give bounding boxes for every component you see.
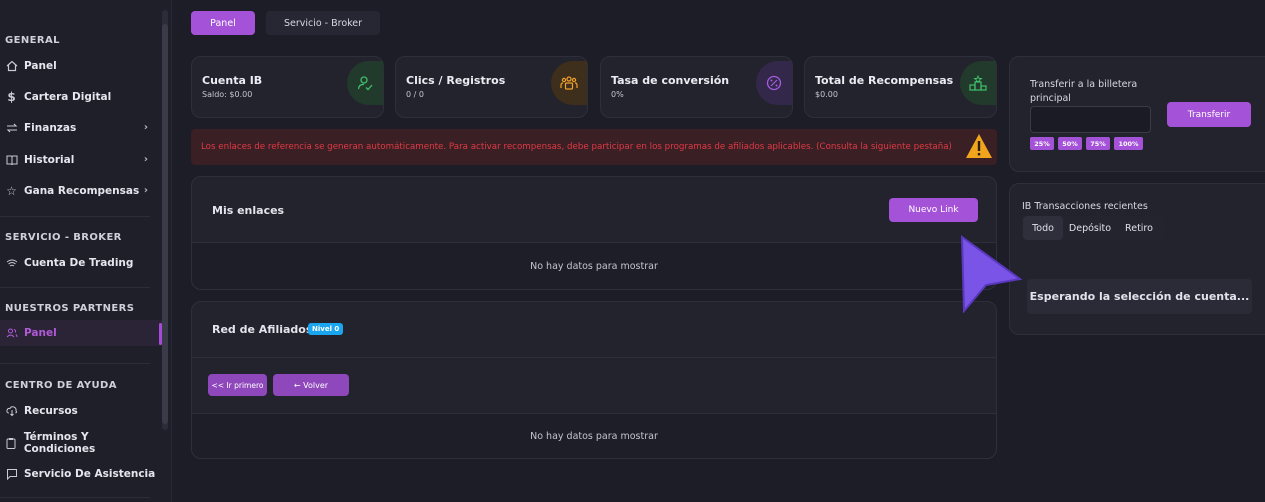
first-page-button[interactable]: << Ir primero [208,374,267,396]
sidebar-item-terminos[interactable]: Términos Y Condiciones [0,430,162,456]
affiliates-empty-state: No hay datos para mostrar [192,413,996,458]
sidebar-item-label: Gana Recompensas [24,185,140,197]
alert-text: Los enlaces de referencia se generan aut… [201,142,952,152]
partners-icon [5,327,18,340]
filter-deposito[interactable]: Depósito [1066,216,1114,240]
sidebar-item-panel[interactable]: Panel [0,53,162,79]
pct-25-button[interactable]: 25% [1030,137,1054,150]
sidebar-item-label: Finanzas [24,122,77,134]
sidebar-divider [0,363,150,364]
sidebar-scrollbar[interactable] [162,10,168,430]
stat-title: Cuenta IB [202,74,263,87]
tab-servicio-broker[interactable]: Servicio - Broker [266,11,380,35]
cursor-pointer-icon [958,235,1024,317]
transfer-label: Transferir a la billetera principal [1030,79,1138,104]
stat-title: Tasa de conversión [611,74,730,87]
exchange-icon [5,122,18,135]
chevron-right-icon: › [143,185,148,196]
links-empty-state: No hay datos para mostrar [192,242,996,289]
waiting-account-selection: Esperando la selección de cuenta... [1027,279,1252,314]
sidebar-item-historial[interactable]: Historial › [0,147,162,173]
stat-title: Total de Recompensas [815,74,954,87]
transfer-amount-input[interactable] [1030,106,1151,133]
stat-value: Saldo: $0.00 [202,90,253,99]
sidebar-item-label: Servicio De Asistencia [24,468,156,480]
affiliates-panel: Red de Afiliados Nivel 0 << Ir primero ←… [191,301,997,459]
users-icon [551,61,587,105]
sidebar-item-label: Cuenta De Trading [24,257,134,269]
stat-card-clics: Clics / Registros 0 / 0 [395,56,588,118]
chevron-right-icon: › [143,154,148,165]
sidebar-item-partners-panel[interactable]: Panel [0,320,162,346]
star-icon: ☆ [6,184,17,198]
section-broker: SERVICIO - BROKER [5,232,122,243]
trading-icon [5,257,18,270]
sidebar-item-finanzas[interactable]: Finanzas › [0,115,162,141]
download-cloud-icon [5,405,18,418]
sidebar-item-recursos[interactable]: Recursos [0,398,162,424]
sidebar: GENERAL Panel $ Cartera Digital Finanzas… [0,0,172,502]
sidebar-divider [0,497,150,498]
app-root: GENERAL Panel $ Cartera Digital Finanzas… [0,0,1265,502]
pct-75-button[interactable]: 75% [1086,137,1110,150]
affiliates-panel-title: Red de Afiliados [212,323,313,336]
filter-retiro[interactable]: Retiro [1118,216,1160,240]
sidebar-item-recompensas[interactable]: ☆ Gana Recompensas › [0,178,162,204]
level-badge: Nivel 0 [308,323,344,335]
pct-100-button[interactable]: 100% [1114,137,1143,150]
user-check-icon [347,61,383,105]
tab-panel[interactable]: Panel [191,11,255,35]
sidebar-item-label: Panel [24,327,57,339]
new-link-button[interactable]: Nuevo Link [889,198,978,222]
filter-todo[interactable]: Todo [1023,216,1063,240]
section-ayuda: CENTRO DE AYUDA [5,380,117,391]
sidebar-item-label: Historial [24,154,75,166]
sidebar-item-label: Panel [24,60,57,72]
clipboard-icon [5,437,18,450]
sidebar-item-cuenta-trading[interactable]: Cuenta De Trading [0,250,162,276]
sidebar-divider [0,287,150,288]
panel-divider [192,357,996,358]
transactions-title: IB Transacciones recientes [1022,201,1148,212]
percent-badge-icon [756,61,792,105]
stat-value: 0 / 0 [406,90,424,99]
book-icon [5,154,18,167]
chat-icon [5,468,18,481]
referral-alert: Los enlaces de referencia se generan aut… [191,129,997,165]
pct-50-button[interactable]: 50% [1058,137,1082,150]
dollar-icon: $ [7,90,16,104]
sidebar-item-label: Términos Y Condiciones [23,431,96,455]
section-general: GENERAL [5,35,60,46]
home-icon [5,60,18,73]
links-panel: Mis enlaces Nuevo Link No hay datos para… [191,176,997,290]
stat-card-recompensas: Total de Recompensas $0.00 [804,56,997,118]
stat-value: $0.00 [815,90,838,99]
sidebar-item-cartera[interactable]: $ Cartera Digital [0,84,162,110]
sidebar-item-asistencia[interactable]: Servicio De Asistencia [0,461,162,487]
sidebar-item-label: Cartera Digital [24,91,112,103]
sidebar-divider [0,216,150,217]
section-partners: NUESTROS PARTNERS [5,303,135,314]
chevron-right-icon: › [143,122,148,133]
sidebar-scrollbar-thumb[interactable] [162,24,168,424]
back-button[interactable]: ← Volver [273,374,349,396]
transfer-card: Transferir a la billetera principal Tran… [1009,56,1265,172]
warning-icon [965,133,993,163]
stat-card-tasa: Tasa de conversión 0% [600,56,793,118]
sidebar-item-label: Recursos [24,405,78,417]
stat-card-cuenta-ib: Cuenta IB Saldo: $0.00 [191,56,384,118]
podium-icon [960,61,996,105]
links-panel-title: Mis enlaces [212,204,285,217]
stat-title: Clics / Registros [406,74,506,87]
active-indicator [159,323,162,345]
stat-value: 0% [611,90,624,99]
transfer-button[interactable]: Transferir [1167,102,1251,127]
